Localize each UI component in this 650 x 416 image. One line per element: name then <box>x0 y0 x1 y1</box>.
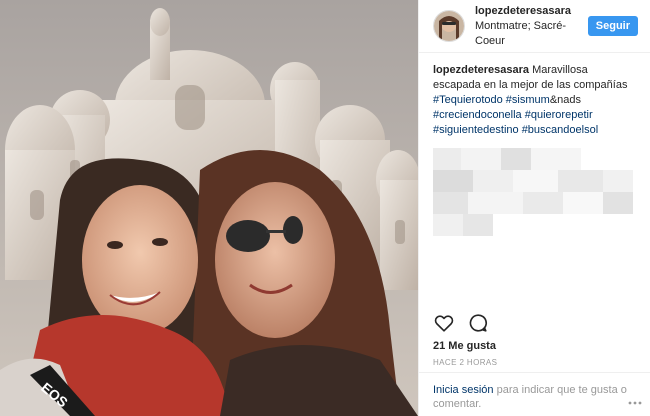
avatar[interactable] <box>433 10 465 42</box>
hashtag-link[interactable]: #quierorepetir <box>525 109 593 121</box>
hashtag-link[interactable]: #sismum <box>506 94 550 106</box>
follow-button[interactable]: Seguir <box>587 16 638 36</box>
post-sidebar: lopezdeteresasara Montmatre; Sacré-Coeur… <box>418 0 650 416</box>
post-photo[interactable]: EOS <box>0 0 418 416</box>
location-link[interactable]: Montmatre; Sacré-Coeur <box>475 19 588 49</box>
hashtag-link[interactable]: #buscandoelsol <box>522 124 598 136</box>
more-options-icon[interactable] <box>628 393 642 405</box>
hashtag-link[interactable]: #Tequierotodo <box>433 94 503 106</box>
avatar-image <box>434 11 464 41</box>
login-link[interactable]: Inicia sesión <box>433 384 494 396</box>
caption-username-link[interactable]: lopezdeteresasara <box>433 64 529 76</box>
hashtag-link[interactable]: #siguientedestino <box>433 124 519 136</box>
header-info: lopezdeteresasara Montmatre; Sacré-Coeur <box>475 4 588 49</box>
caption-text-fragment: &nads <box>549 94 582 106</box>
post-timestamp: HACE 2 HORAS <box>433 358 498 367</box>
post-header: lopezdeteresasara Montmatre; Sacré-Coeur… <box>419 0 650 53</box>
heart-icon[interactable] <box>433 312 455 334</box>
login-prompt: Inicia sesión para indicar que te gusta … <box>419 372 650 411</box>
pixelated-comment <box>433 148 633 236</box>
comment-icon[interactable] <box>467 312 489 334</box>
username-link[interactable]: lopezdeteresasara <box>475 4 588 19</box>
hashtag-link[interactable]: #creciendoconella <box>433 109 522 121</box>
photo-image: EOS <box>0 0 418 416</box>
post-actions <box>433 312 489 334</box>
instagram-post: EOS lopezdeteresasara Montmatre; Sacré-C… <box>0 0 650 416</box>
post-caption: lopezdeteresasara Maravillosa escapada e… <box>419 53 650 138</box>
likes-count[interactable]: 21 Me gusta <box>433 340 496 352</box>
